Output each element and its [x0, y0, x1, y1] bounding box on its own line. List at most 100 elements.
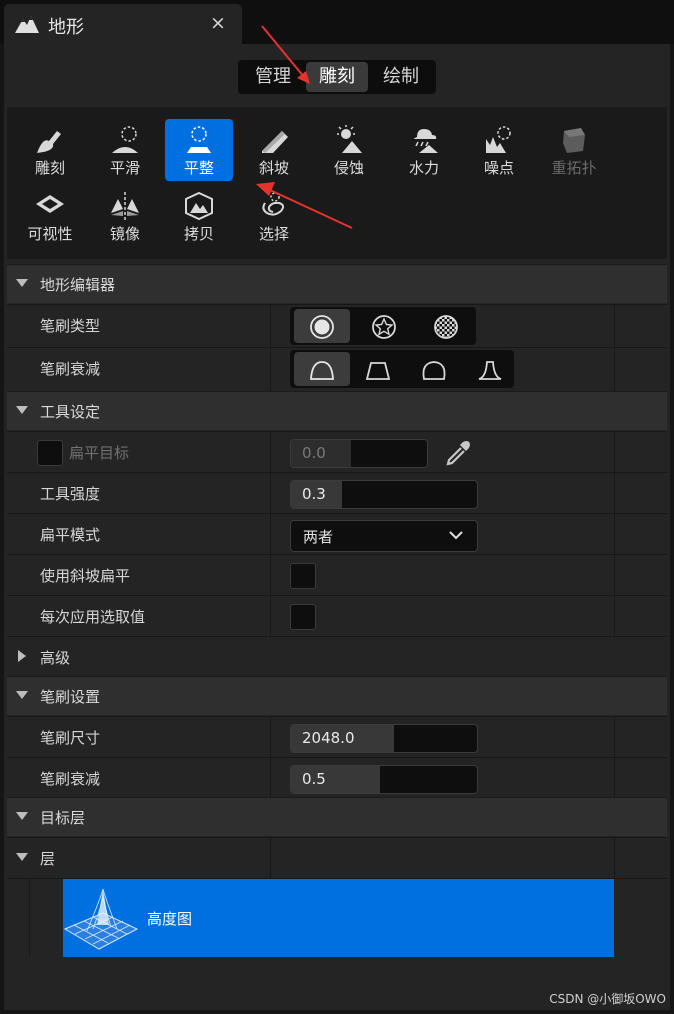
use-slope-flatten-checkbox[interactable] [290, 563, 316, 589]
tool-strength-input[interactable]: 0.3 [290, 480, 478, 509]
falloff-smooth[interactable] [294, 352, 350, 386]
pick-value-per-apply-checkbox[interactable] [290, 604, 316, 630]
tool-flatten[interactable]: 平整 [165, 119, 233, 181]
section-tool-settings[interactable]: 工具设定 [7, 391, 667, 430]
tool-mirror[interactable]: 镜像 [91, 185, 159, 247]
tool-noise[interactable]: 噪点 [465, 119, 533, 181]
tip-falloff-icon [478, 361, 502, 380]
brush-type-label: 笔刷类型 [40, 317, 101, 335]
retopologize-icon [563, 128, 585, 153]
eyedropper-icon[interactable] [444, 439, 472, 467]
smooth-icon [112, 126, 138, 153]
collapse-arrow-icon[interactable] [16, 691, 28, 699]
row-brush-falloff-editor: 笔刷衰减 [7, 347, 667, 391]
brush-falloff-label: 笔刷衰减 [40, 770, 101, 788]
tool-strength-label: 工具强度 [40, 485, 101, 503]
brush-type-selector [290, 307, 476, 345]
tool-visibility[interactable]: 可视性 [16, 185, 84, 247]
linear-falloff-icon [365, 362, 391, 380]
mode-selector: 管理 雕刻 绘制 [238, 60, 436, 94]
collapse-arrow-icon[interactable] [16, 406, 28, 414]
row-brush-type: 笔刷类型 [7, 304, 667, 347]
section-advanced[interactable]: 高级 [7, 636, 667, 677]
mode-paint[interactable]: 绘制 [370, 62, 432, 92]
collapse-arrow-icon[interactable] [16, 853, 28, 861]
section-title: 目标层 [40, 809, 86, 827]
ramp-icon [262, 131, 288, 153]
circle-brush-icon [310, 315, 334, 339]
tool-select[interactable]: 选择 [240, 185, 308, 247]
row-tool-strength: 工具强度 0.3 [7, 472, 667, 513]
flatten-mode-label: 扁平模式 [40, 526, 101, 544]
section-target-layers[interactable]: 目标层 [7, 797, 667, 836]
section-layers[interactable]: 层 [7, 837, 667, 878]
tool-erosion[interactable]: 侵蚀 [315, 119, 383, 181]
row-brush-falloff: 笔刷衰减 0.5 [7, 757, 667, 798]
visibility-eye-icon [36, 195, 64, 213]
expand-arrow-icon[interactable] [18, 650, 26, 662]
hydro-rain-icon [413, 129, 438, 153]
collapse-arrow-icon[interactable] [16, 812, 28, 820]
flatten-target-input[interactable]: 0.0 [290, 439, 428, 468]
tool-palette: 雕刻 平滑 平整 斜坡 侵蚀 水力 噪点 重拓扑 可视性 镜像 拷贝 选择 [7, 107, 667, 259]
tool-retopologize[interactable]: 重拓扑 [540, 119, 608, 181]
use-slope-flatten-label: 使用斜坡扁平 [40, 567, 131, 585]
tool-hydro[interactable]: 水力 [390, 119, 458, 181]
row-flatten-target: 扁平目标 0.0 [7, 431, 667, 472]
heightmap-grid-icon [63, 888, 139, 950]
copy-box-icon [185, 191, 213, 221]
brush-falloff-label: 笔刷衰减 [40, 360, 101, 378]
flatten-icon [187, 126, 211, 153]
layer-heightmap[interactable]: 高度图 [63, 879, 614, 957]
brush-type-alpha[interactable] [356, 309, 412, 343]
brush-size-input[interactable]: 2048.0 [290, 724, 478, 753]
section-title: 地形编辑器 [40, 276, 116, 294]
tool-copy[interactable]: 拷贝 [165, 185, 233, 247]
falloff-tip[interactable] [462, 352, 518, 386]
section-title: 工具设定 [40, 403, 101, 421]
checker-brush-icon [434, 315, 458, 339]
select-lasso-icon [262, 192, 285, 216]
mode-sculpt[interactable]: 雕刻 [306, 62, 368, 92]
row-flatten-mode: 扁平模式 两者 [7, 513, 667, 554]
brush-type-circle[interactable] [294, 309, 350, 343]
landscape-mountain-icon [15, 16, 39, 33]
mirror-icon [111, 192, 139, 220]
star-brush-icon [372, 315, 396, 339]
row-use-slope-flatten: 使用斜坡扁平 [7, 554, 667, 595]
falloff-spherical[interactable] [406, 352, 462, 386]
flatten-mode-dropdown[interactable]: 两者 [290, 520, 478, 552]
row-pick-value-per-apply: 每次应用选取值 [7, 595, 667, 636]
mode-manage[interactable]: 管理 [242, 62, 304, 92]
section-landscape-editor[interactable]: 地形编辑器 [7, 264, 667, 303]
smooth-falloff-icon [310, 361, 334, 380]
sculpt-brush-icon [37, 131, 61, 153]
collapse-arrow-icon[interactable] [16, 279, 28, 287]
erosion-sun-icon [337, 125, 362, 153]
close-icon[interactable]: × [210, 12, 226, 34]
noise-icon [486, 126, 511, 153]
flatten-target-checkbox[interactable] [37, 440, 63, 466]
brush-type-pattern[interactable] [418, 309, 474, 343]
row-brush-size: 笔刷尺寸 2048.0 [7, 716, 667, 757]
chevron-down-icon [449, 531, 463, 540]
tool-sculpt[interactable]: 雕刻 [16, 119, 84, 181]
tab-landscape[interactable]: 地形 × [4, 4, 242, 44]
brush-size-label: 笔刷尺寸 [40, 729, 101, 747]
tab-bar: 地形 × [0, 0, 674, 44]
falloff-type-selector [290, 350, 514, 388]
section-title: 高级 [40, 649, 71, 667]
section-title: 层 [40, 850, 56, 868]
section-brush-settings[interactable]: 笔刷设置 [7, 676, 667, 715]
spherical-falloff-icon [422, 361, 446, 380]
tool-smooth[interactable]: 平滑 [91, 119, 159, 181]
layer-list: 高度图 [7, 878, 667, 961]
layer-name: 高度图 [147, 910, 193, 928]
brush-falloff-input[interactable]: 0.5 [290, 765, 478, 794]
flatten-target-label: 扁平目标 [69, 444, 130, 462]
watermark: CSDN @小御坂OWO [549, 992, 666, 1006]
pick-value-per-apply-label: 每次应用选取值 [40, 608, 146, 626]
falloff-linear[interactable] [350, 352, 406, 386]
section-title: 笔刷设置 [40, 688, 101, 706]
tool-ramp[interactable]: 斜坡 [240, 119, 308, 181]
